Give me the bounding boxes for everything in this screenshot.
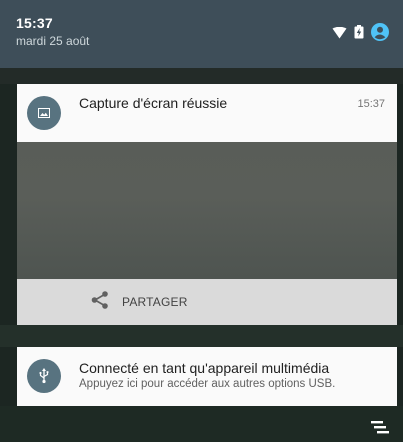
screenshot-preview[interactable] [17,142,397,279]
status-icons [332,23,389,46]
account-icon[interactable] [371,23,389,46]
usb-icon [27,359,61,393]
usb-notification-subtitle: Appuyez ici pour accéder aux autres opti… [79,378,336,390]
notification-title: Capture d'écran réussie [79,95,228,111]
notification-time: 15:37 [357,98,385,110]
battery-charging-icon [354,25,364,44]
clear-all-icon[interactable] [371,420,389,441]
share-button[interactable]: PARTAGER [90,290,188,315]
share-label: PARTAGER [122,295,188,309]
background-strip [0,325,403,347]
screenshot-notification[interactable]: Capture d'écran réussie 15:37 [17,84,397,142]
background-strip [0,68,403,84]
notification-actions: PARTAGER [17,279,397,325]
usb-notification-title: Connecté en tant qu'appareil multimédia [79,360,330,376]
usb-notification[interactable]: Connecté en tant qu'appareil multimédia … [17,347,397,406]
background-strip [0,406,403,442]
status-header[interactable]: 15:37 mardi 25 août [0,0,403,68]
wifi-icon [332,26,347,44]
share-icon [90,290,110,315]
image-icon [27,96,61,130]
